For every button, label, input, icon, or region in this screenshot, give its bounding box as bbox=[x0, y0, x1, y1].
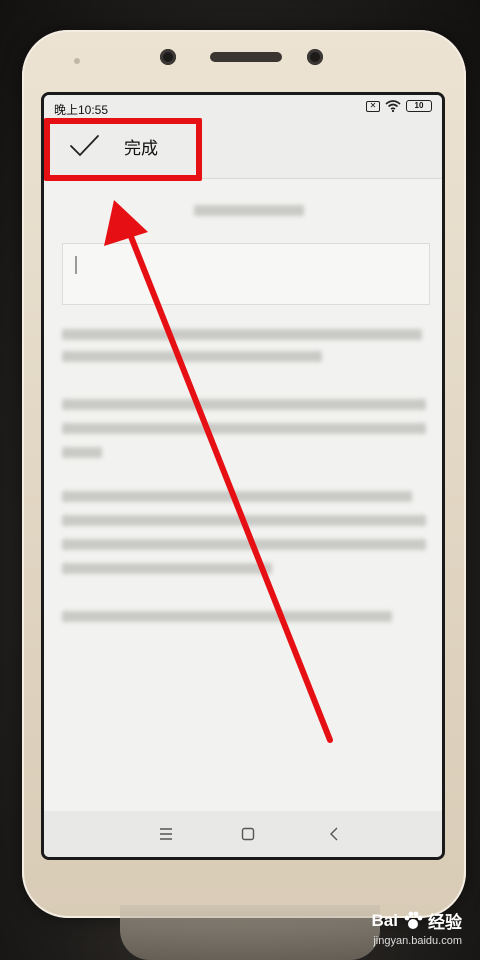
text-cursor bbox=[75, 256, 77, 274]
highlight-box bbox=[44, 118, 202, 181]
phone-screen: 晚上10:55 ✕ 10 完成 bbox=[41, 92, 445, 860]
phone-strip bbox=[120, 905, 380, 960]
sim-x-icon: ✕ bbox=[366, 100, 380, 112]
blurred-text-line bbox=[62, 491, 412, 502]
blurred-text-line bbox=[62, 423, 426, 434]
status-bar: 晚上10:55 ✕ 10 bbox=[44, 95, 442, 119]
sensor-icon bbox=[307, 49, 323, 65]
menu-icon[interactable] bbox=[154, 823, 178, 845]
blurred-text-line bbox=[62, 351, 322, 362]
note-content bbox=[44, 179, 442, 819]
battery-icon: 10 bbox=[406, 100, 432, 112]
notification-led bbox=[74, 58, 80, 64]
blurred-text-line bbox=[62, 611, 392, 622]
blurred-text-line bbox=[62, 447, 102, 458]
watermark: Bai 经验 jingyan.baidu.com bbox=[371, 908, 462, 948]
blurred-text-line bbox=[62, 515, 426, 526]
status-icons: ✕ 10 bbox=[366, 100, 432, 112]
blurred-text-line bbox=[62, 399, 426, 410]
back-icon[interactable] bbox=[322, 823, 346, 845]
home-icon[interactable] bbox=[236, 823, 260, 845]
earpiece bbox=[210, 52, 282, 62]
system-nav-bar bbox=[44, 811, 442, 857]
baidu-paw-icon bbox=[404, 911, 423, 929]
blurred-text-line bbox=[62, 539, 426, 550]
blurred-text-line bbox=[62, 563, 272, 574]
watermark-brand: Bai bbox=[371, 910, 398, 930]
watermark-url: jingyan.baidu.com bbox=[373, 935, 462, 947]
blurred-title bbox=[194, 205, 304, 216]
front-camera-icon bbox=[160, 49, 176, 65]
note-title-input[interactable] bbox=[62, 243, 430, 305]
blurred-text-line bbox=[62, 329, 422, 340]
wifi-icon bbox=[385, 100, 401, 112]
watermark-suffix: 经验 bbox=[428, 913, 462, 932]
status-time: 晚上10:55 bbox=[54, 103, 109, 117]
